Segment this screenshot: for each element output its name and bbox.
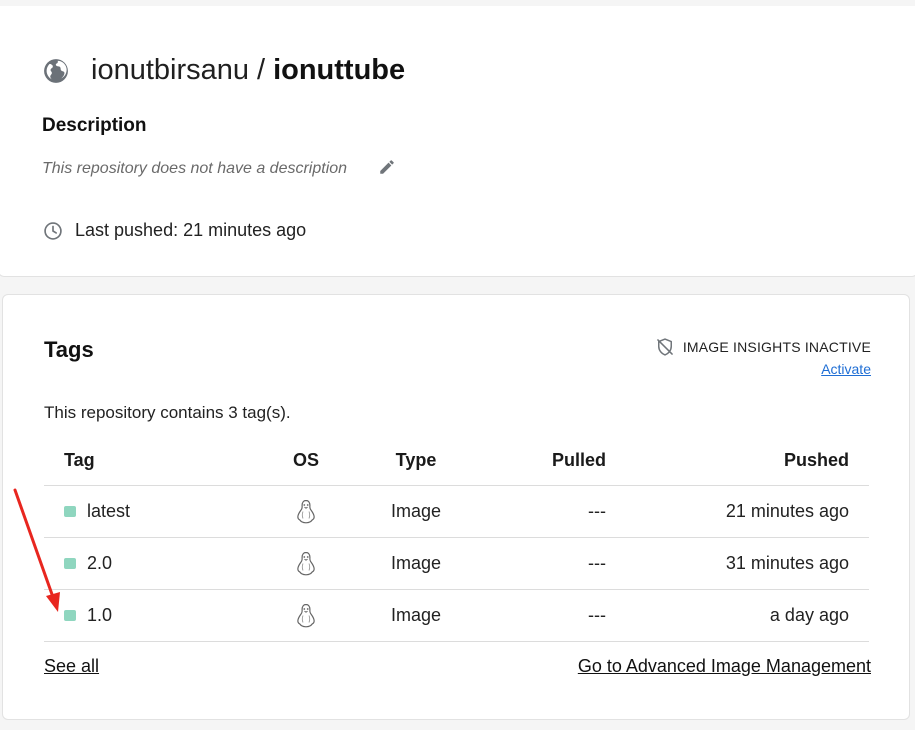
tag-count-text: This repository contains 3 tag(s). bbox=[44, 403, 291, 422]
tag-cell: latest bbox=[44, 485, 256, 538]
tag-cell: 2.0 bbox=[44, 537, 256, 590]
globe-icon bbox=[44, 58, 68, 83]
image-insights-status: IMAGE INSIGHTS INACTIVE bbox=[655, 337, 871, 357]
tag-name[interactable]: 1.0 bbox=[87, 605, 112, 626]
see-all-link[interactable]: See all bbox=[44, 656, 99, 677]
table-row[interactable]: 2.0 Image --- 31 minutes ago bbox=[44, 537, 869, 590]
tag-status-dot bbox=[64, 558, 76, 569]
repository-namespace[interactable]: ionutbirsanu bbox=[91, 54, 249, 87]
linux-penguin-icon bbox=[297, 603, 315, 627]
repository-header-card: ionutbirsanu / ionuttube Description Thi… bbox=[0, 6, 915, 277]
table-row[interactable]: 1.0 Image --- a day ago bbox=[44, 589, 869, 642]
type-cell: Image bbox=[356, 537, 476, 590]
repository-title: ionutbirsanu / ionuttube bbox=[43, 54, 405, 87]
column-header-type: Type bbox=[356, 435, 476, 486]
linux-penguin-icon bbox=[297, 551, 315, 575]
pushed-cell: a day ago bbox=[606, 589, 869, 642]
last-pushed-text: Last pushed: 21 minutes ago bbox=[75, 220, 307, 240]
shield-off-icon bbox=[656, 338, 673, 356]
os-cell bbox=[256, 589, 356, 642]
tag-status-dot bbox=[64, 610, 76, 621]
image-insights-label: IMAGE INSIGHTS INACTIVE bbox=[682, 339, 871, 355]
column-header-os: OS bbox=[256, 435, 356, 486]
tag-cell: 1.0 bbox=[44, 589, 256, 642]
tag-status-dot bbox=[64, 506, 76, 517]
tags-table-header: Tag OS Type Pulled Pushed bbox=[44, 435, 869, 486]
column-header-tag: Tag bbox=[44, 435, 256, 486]
pulled-cell: --- bbox=[476, 485, 606, 538]
clock-icon bbox=[44, 221, 62, 240]
edit-pencil-icon[interactable] bbox=[378, 158, 396, 176]
pushed-cell: 21 minutes ago bbox=[606, 485, 869, 538]
os-cell bbox=[256, 537, 356, 590]
type-cell: Image bbox=[356, 589, 476, 642]
tag-name[interactable]: latest bbox=[87, 501, 130, 522]
pulled-cell: --- bbox=[476, 589, 606, 642]
last-pushed: Last pushed: 21 minutes ago bbox=[43, 220, 306, 241]
tag-name[interactable]: 2.0 bbox=[87, 553, 112, 574]
column-header-pushed: Pushed bbox=[606, 435, 869, 486]
pulled-cell: --- bbox=[476, 537, 606, 590]
activate-link[interactable]: Activate bbox=[821, 361, 871, 377]
type-cell: Image bbox=[356, 485, 476, 538]
linux-penguin-icon bbox=[297, 499, 315, 523]
tags-card: Tags IMAGE INSIGHTS INACTIVE Activate Th… bbox=[2, 294, 910, 720]
description-label: Description bbox=[42, 115, 147, 136]
tags-heading: Tags bbox=[44, 337, 94, 362]
tags-table: Tag OS Type Pulled Pushed latest Image -… bbox=[44, 435, 869, 642]
table-row[interactable]: latest Image --- 21 minutes ago bbox=[44, 485, 869, 538]
description-text: This repository does not have a descript… bbox=[42, 160, 348, 177]
repository-name: ionuttube bbox=[273, 54, 406, 86]
os-cell bbox=[256, 485, 356, 538]
pushed-cell: 31 minutes ago bbox=[606, 537, 869, 590]
column-header-pulled: Pulled bbox=[476, 435, 606, 486]
repository-separator: / bbox=[257, 54, 266, 86]
advanced-image-management-link[interactable]: Go to Advanced Image Management bbox=[578, 656, 871, 677]
